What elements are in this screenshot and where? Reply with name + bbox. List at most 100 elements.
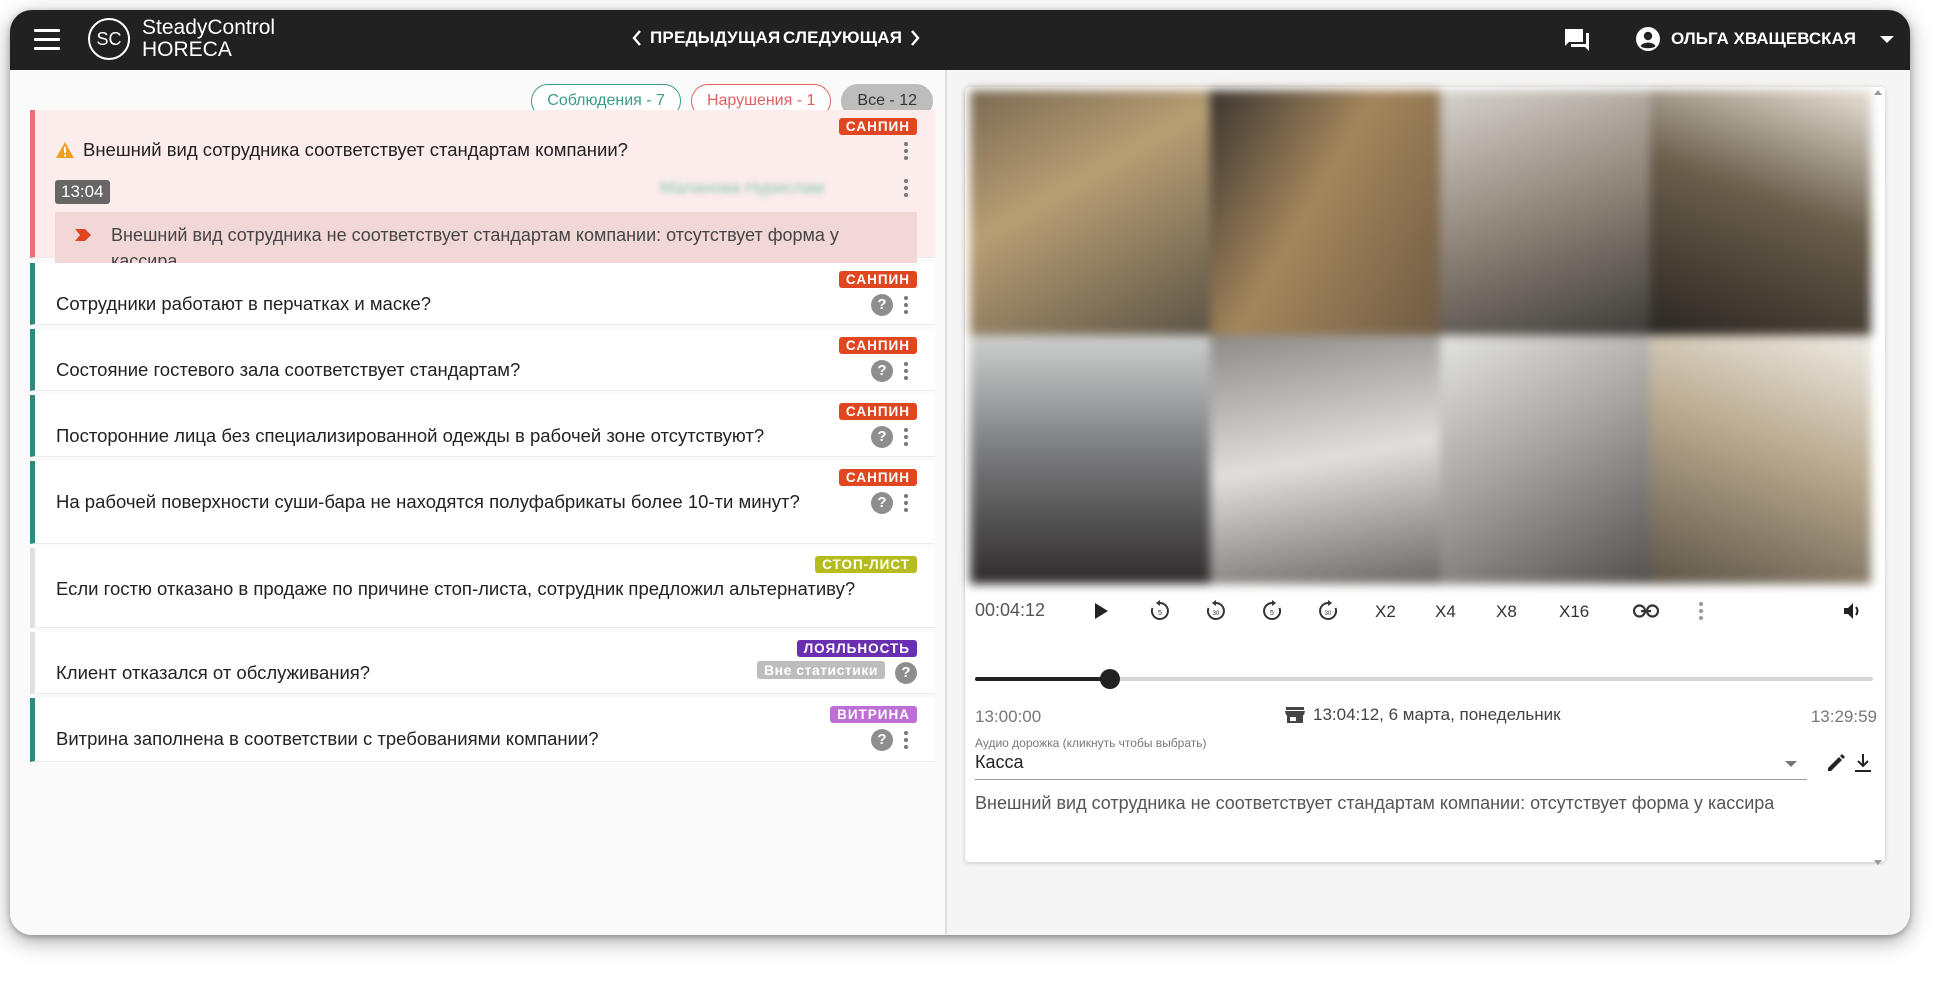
help-icon[interactable]: ?: [871, 426, 893, 448]
more-icon[interactable]: [903, 428, 909, 449]
item-question: Если гостю отказано в продаже по причине…: [56, 578, 856, 599]
more-icon[interactable]: [903, 142, 909, 163]
app-window: SC SteadyControl HORECA ПРЕДЫДУЩАЯ СЛЕДУ…: [10, 10, 1910, 935]
camera-cell: [970, 335, 1210, 584]
help-icon[interactable]: ?: [871, 360, 893, 382]
svg-text:30: 30: [1325, 611, 1332, 617]
more-icon[interactable]: [903, 494, 909, 515]
tag-sanpin: САНПИН: [838, 469, 917, 486]
timeline-slider[interactable]: [975, 669, 1873, 689]
chevron-right-icon: [911, 30, 920, 46]
flag-icon: [75, 229, 91, 241]
caret-down-icon: [1785, 761, 1797, 767]
download-icon[interactable]: [1854, 753, 1872, 773]
camera-cell: [1210, 335, 1440, 584]
link-icon[interactable]: [1633, 604, 1659, 618]
checklist-item[interactable]: СТОП-ЛИСТ Если гостю отказано в продаже …: [30, 548, 935, 628]
tag-sanpin: САНПИН: [838, 403, 917, 420]
speed-x2-button[interactable]: X2: [1375, 602, 1396, 622]
menu-icon[interactable]: [34, 29, 60, 51]
scroll-down-arrow[interactable]: [1874, 860, 1882, 865]
item-question: Внешний вид сотрудника соответствует ста…: [83, 139, 628, 160]
app-title: SteadyControl HORECA: [142, 17, 275, 61]
tag-sanpin: САНПИН: [838, 118, 917, 135]
timeline-thumb[interactable]: [1099, 669, 1120, 689]
next-button[interactable]: СЛЕДУЮЩАЯ: [783, 28, 920, 48]
item-question: Состояние гостевого зала соответствует с…: [56, 359, 521, 380]
warning-icon: [56, 142, 74, 158]
comment-text: Внешний вид сотрудника не соответствует …: [975, 793, 1775, 813]
speed-x4-button[interactable]: X4: [1435, 602, 1456, 622]
forward-5-icon[interactable]: 5: [1260, 599, 1284, 623]
svg-text:5: 5: [1270, 610, 1274, 617]
checklist-item[interactable]: САНПИН На рабочей поверхности суши-бара …: [30, 461, 935, 544]
prev-label: ПРЕДЫДУЩАЯ: [650, 28, 781, 47]
edit-icon[interactable]: [1826, 753, 1846, 773]
top-bar: SC SteadyControl HORECA ПРЕДЫДУЩАЯ СЛЕДУ…: [10, 10, 1910, 70]
tag-sanpin: САНПИН: [838, 337, 917, 354]
rewind-30-icon[interactable]: 30: [1204, 599, 1228, 623]
help-icon[interactable]: ?: [871, 729, 893, 751]
checklist-panel: Соблюдения - 7 Нарушения - 1 Все - 12 Вн…: [10, 70, 947, 935]
camera-cell: [1650, 335, 1871, 584]
audio-track-value: Касса: [975, 752, 1024, 772]
audio-track-hint: Аудио дорожка (кликнуть чтобы выбрать): [975, 736, 1207, 750]
more-icon[interactable]: [903, 731, 909, 752]
scroll-up-arrow[interactable]: [1874, 90, 1882, 95]
help-icon[interactable]: ?: [895, 662, 917, 684]
checklist-item[interactable]: ВИТРИНА Витрина заполнена в соответствии…: [30, 698, 935, 762]
play-icon[interactable]: [1093, 602, 1109, 620]
app-title-line2: HORECA: [142, 38, 232, 61]
camera-grid-video[interactable]: [970, 90, 1871, 584]
range-start: 13:00:00: [975, 707, 1042, 726]
item-question: Сотрудники работают в перчатках и маске?: [56, 293, 431, 314]
audio-track-select[interactable]: Касса: [975, 749, 1807, 780]
more-icon[interactable]: [903, 362, 909, 383]
camera-cell: [1650, 90, 1871, 335]
recording-date: 13:04:12, 6 марта, понедельник: [1285, 705, 1561, 725]
checklist-item[interactable]: САНПИН Посторонние лица без специализиро…: [30, 395, 935, 457]
more-icon[interactable]: [903, 296, 909, 317]
camera-cell: [970, 90, 1210, 335]
speed-x8-button[interactable]: X8: [1496, 602, 1517, 622]
timeline-progress: [975, 677, 1110, 681]
forward-30-icon[interactable]: 30: [1316, 599, 1340, 623]
item-question: На рабочей поверхности суши-бара не нахо…: [56, 491, 800, 512]
checklist-item[interactable]: САНПИН Сотрудники работают в перчатках и…: [30, 263, 935, 325]
volume-icon[interactable]: [1843, 602, 1863, 620]
item-question: Витрина заполнена в соответствии с требо…: [56, 728, 599, 749]
speed-x16-button[interactable]: X16: [1559, 602, 1589, 622]
time-badge[interactable]: 13:04: [55, 180, 110, 204]
item-question: Посторонние лица без специализированной …: [56, 425, 765, 446]
camera-cell: [1440, 90, 1650, 335]
chevron-left-icon: [632, 30, 641, 46]
camera-cell: [1210, 90, 1440, 335]
user-menu[interactable]: ОЛЬГА ХВАЩЕВСКАЯ: [1635, 26, 1894, 52]
video-panel: 00:04:12 5 30 5 30 X2 X4 X8 X16 13:00:00…: [965, 87, 1885, 862]
svg-text:5: 5: [1158, 610, 1162, 617]
account-icon: [1636, 27, 1660, 51]
tag-sanpin: САНПИН: [838, 271, 917, 288]
recording-date-text: 13:04:12, 6 марта, понедельник: [1313, 705, 1561, 724]
svg-text:30: 30: [1213, 611, 1220, 617]
rewind-5-icon[interactable]: 5: [1148, 599, 1172, 623]
range-end: 13:29:59: [1810, 707, 1877, 726]
checklist-item[interactable]: ЛОЯЛЬНОСТЬ Клиент отказался от обслужива…: [30, 632, 935, 694]
prev-button[interactable]: ПРЕДЫДУЩАЯ: [632, 28, 780, 48]
help-icon[interactable]: ?: [871, 492, 893, 514]
checklist-item-violation[interactable]: Внешний вид сотрудника соответствует ста…: [30, 110, 935, 284]
more-icon[interactable]: [1698, 602, 1704, 623]
logo-mark: SC: [88, 18, 130, 60]
help-icon[interactable]: ?: [871, 294, 893, 316]
tag-vitrina: ВИТРИНА: [830, 706, 917, 723]
checklist-item[interactable]: САНПИН Состояние гостевого зала соответс…: [30, 329, 935, 391]
caret-down-icon: [1880, 35, 1894, 43]
player-controls: 00:04:12 5 30 5 30 X2 X4 X8 X16: [965, 599, 1885, 662]
camera-cell: [1440, 335, 1650, 584]
user-name: ОЛЬГА ХВАЩЕВСКАЯ: [1671, 29, 1856, 48]
chat-icon[interactable]: [1563, 27, 1591, 53]
app-title-line1: SteadyControl: [142, 16, 276, 39]
more-icon[interactable]: [903, 179, 909, 200]
out-of-stats-badge: Вне статистики: [757, 661, 885, 679]
tag-stoplist: СТОП-ЛИСТ: [815, 556, 917, 573]
